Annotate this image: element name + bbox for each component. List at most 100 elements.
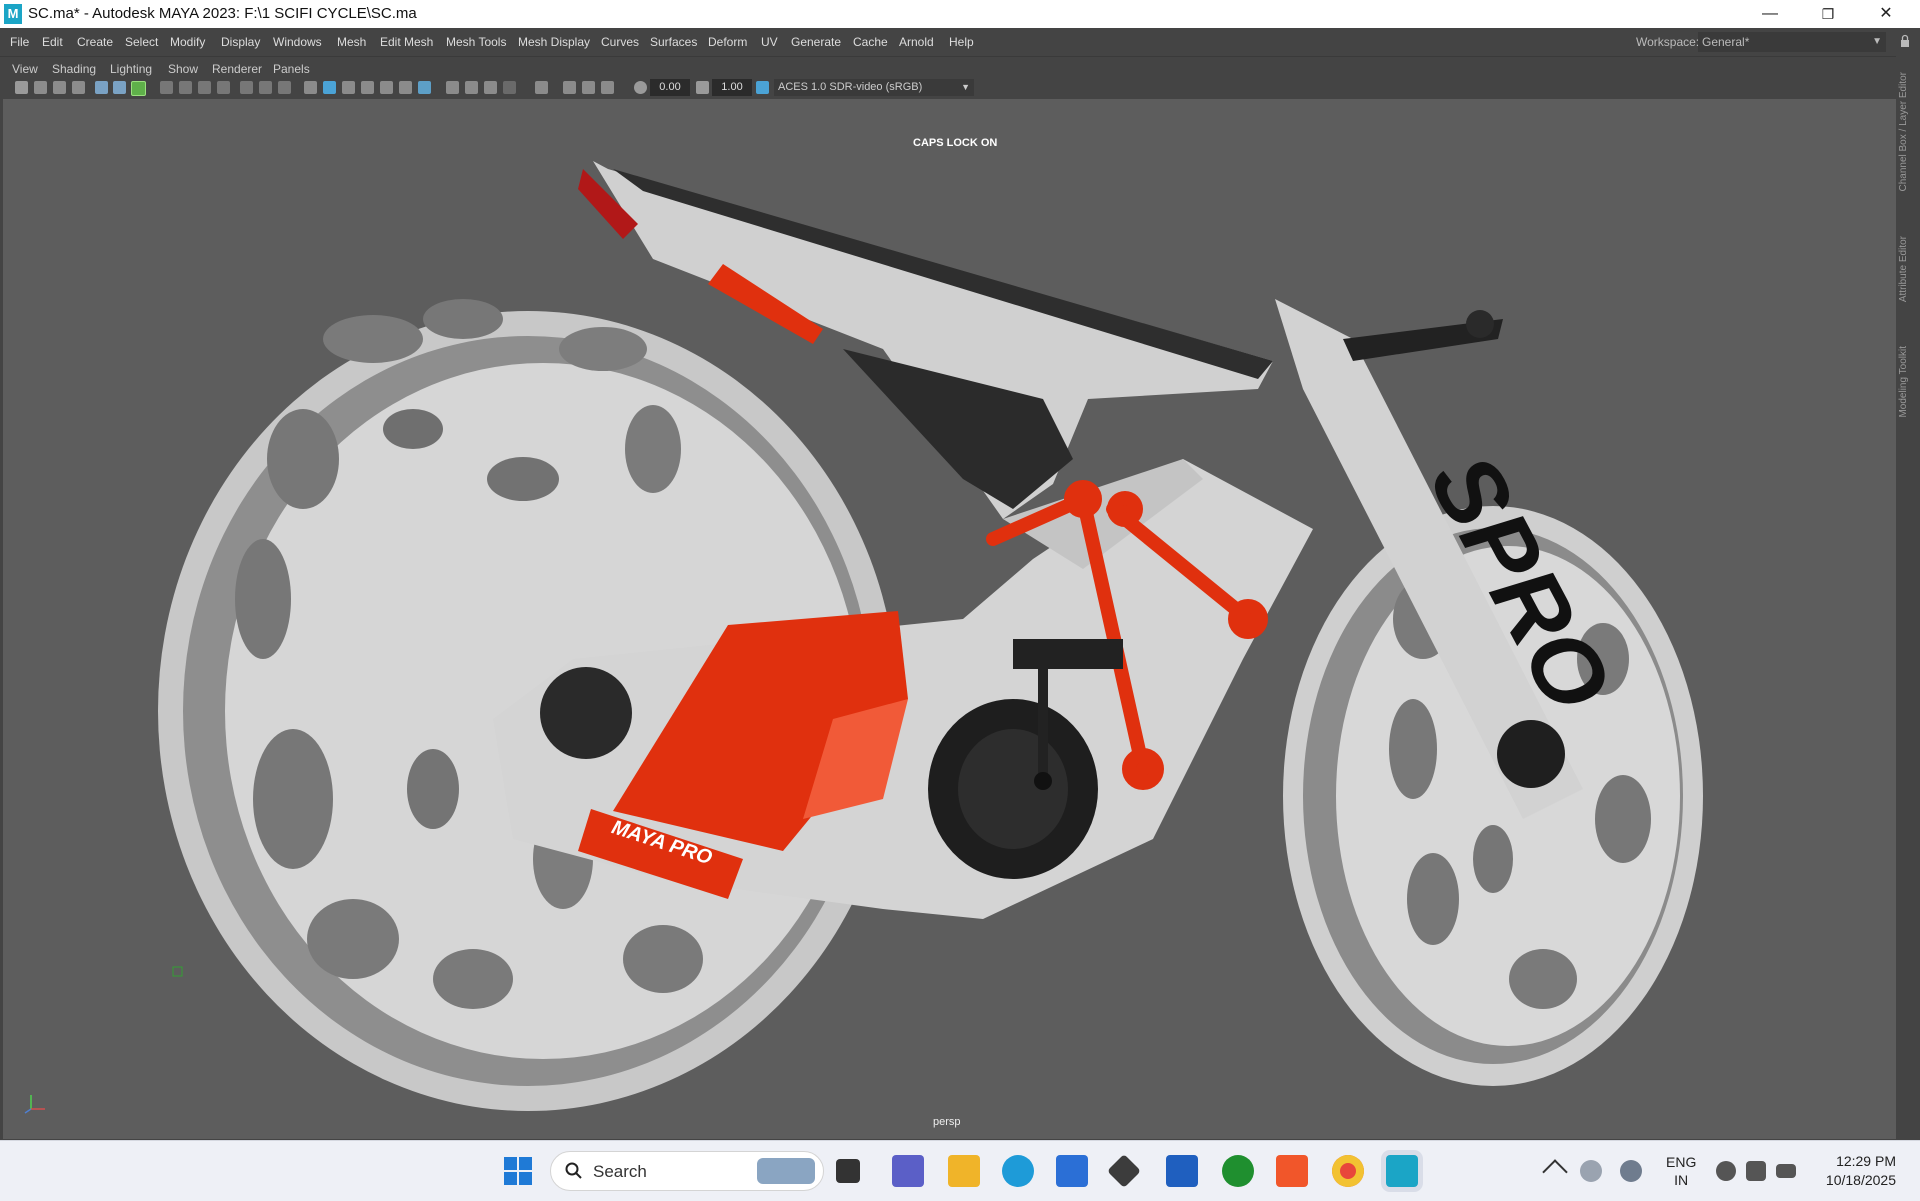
- shadows-icon[interactable]: [418, 81, 431, 94]
- color-management-icon[interactable]: [756, 81, 769, 94]
- viewport-persp[interactable]: MAYA PRO SPRO CAPS LOCK ON persp: [3, 99, 1896, 1139]
- panel-menu-show[interactable]: Show: [168, 62, 198, 76]
- volume-icon[interactable]: [1746, 1161, 1766, 1181]
- panel-menu-view[interactable]: View: [12, 62, 38, 76]
- menu-curves[interactable]: Curves: [601, 35, 639, 49]
- menu-mesh-tools[interactable]: Mesh Tools: [446, 35, 506, 49]
- gamma-field[interactable]: 1.00: [712, 79, 752, 96]
- resolution-gate-icon[interactable]: [198, 81, 211, 94]
- store-icon[interactable]: [1056, 1155, 1088, 1187]
- menu-arnold[interactable]: Arnold: [899, 35, 934, 49]
- lock-icon[interactable]: [1900, 34, 1910, 48]
- camera-tool-icon[interactable]: [131, 81, 146, 96]
- motion-blur-icon[interactable]: [465, 81, 478, 94]
- wireframe-on-shaded-icon[interactable]: [361, 81, 374, 94]
- menu-create[interactable]: Create: [77, 35, 113, 49]
- restore-button[interactable]: ❐: [1800, 0, 1856, 28]
- windows-start-icon[interactable]: [502, 1155, 534, 1187]
- panel-menu-panels[interactable]: Panels: [273, 62, 310, 76]
- teams-icon[interactable]: [892, 1155, 924, 1187]
- tab-attribute-editor[interactable]: Attribute Editor: [1898, 236, 1909, 302]
- maya-icon[interactable]: [1386, 1155, 1418, 1187]
- file-manager-icon[interactable]: [836, 1159, 860, 1183]
- film-gate-icon[interactable]: [179, 81, 192, 94]
- grid-icon[interactable]: [160, 81, 173, 94]
- panel-menu-shading[interactable]: Shading: [52, 62, 96, 76]
- screen-space-ao-icon[interactable]: [446, 81, 459, 94]
- textured-icon[interactable]: [380, 81, 393, 94]
- close-button[interactable]: ✕: [1858, 0, 1914, 28]
- smooth-shade-icon[interactable]: [323, 81, 336, 94]
- onedrive-icon[interactable]: [1580, 1160, 1602, 1182]
- taskbar-search[interactable]: Search: [550, 1151, 824, 1191]
- affinity-icon[interactable]: [1166, 1155, 1198, 1187]
- menu-help[interactable]: Help: [949, 35, 974, 49]
- xbox-icon[interactable]: [1222, 1155, 1254, 1187]
- battery-icon[interactable]: [1776, 1164, 1796, 1178]
- maya-window: M SC.ma* - Autodesk MAYA 2023: F:\1 SCIF…: [0, 0, 1920, 1201]
- title-bar: M SC.ma* - Autodesk MAYA 2023: F:\1 SCIF…: [0, 0, 1920, 28]
- 2d-pan-zoom-icon[interactable]: [113, 81, 126, 94]
- menu-display[interactable]: Display: [221, 35, 260, 49]
- minimize-button[interactable]: —: [1742, 0, 1798, 28]
- view-transform-dropdown[interactable]: ACES 1.0 SDR-video (sRGB) ▼: [774, 79, 974, 96]
- backface-culling-icon[interactable]: [601, 81, 614, 94]
- grease-pencil-icon[interactable]: [95, 81, 108, 94]
- menu-windows[interactable]: Windows: [273, 35, 322, 49]
- select-camera-icon[interactable]: [15, 81, 28, 94]
- menu-surfaces[interactable]: Surfaces: [650, 35, 697, 49]
- exposure-field[interactable]: 0.00: [650, 79, 690, 96]
- gamma-icon[interactable]: [696, 81, 709, 94]
- windows-taskbar: Search ENG IN 12:29 PM 10/18/2025: [0, 1140, 1920, 1201]
- tab-modeling-toolkit[interactable]: Modeling Toolkit: [1898, 346, 1909, 418]
- camera-attributes-icon[interactable]: [34, 81, 47, 94]
- depth-of-field-icon[interactable]: [503, 81, 516, 94]
- menu-edit-mesh[interactable]: Edit Mesh: [380, 35, 433, 49]
- search-icon: [565, 1162, 582, 1179]
- xray-icon[interactable]: [563, 81, 576, 94]
- panel-menu-bar: View Shading Lighting Show Renderer Pane…: [0, 56, 1896, 79]
- menu-deform[interactable]: Deform: [708, 35, 747, 49]
- sync-icon[interactable]: [1620, 1160, 1642, 1182]
- chrome-icon[interactable]: [1332, 1155, 1364, 1187]
- field-chart-icon[interactable]: [240, 81, 253, 94]
- language-indicator[interactable]: ENG IN: [1666, 1153, 1696, 1189]
- system-clock[interactable]: 12:29 PM 10/18/2025: [1810, 1152, 1896, 1190]
- edge-icon[interactable]: [1002, 1155, 1034, 1187]
- axis-gizmo: [24, 1095, 45, 1114]
- menu-cache[interactable]: Cache: [853, 35, 888, 49]
- menu-modify[interactable]: Modify: [170, 35, 205, 49]
- scene-render: MAYA PRO SPRO: [24, 161, 1703, 1114]
- xray-joints-icon[interactable]: [582, 81, 595, 94]
- anti-aliasing-icon[interactable]: [484, 81, 497, 94]
- menu-uv[interactable]: UV: [761, 35, 778, 49]
- chevron-down-icon: ▼: [961, 82, 970, 92]
- image-plane-icon[interactable]: [72, 81, 85, 94]
- wireframe-icon[interactable]: [304, 81, 317, 94]
- exposure-icon[interactable]: [634, 81, 647, 94]
- main-menu-bar: File Edit Create Select Modify Display W…: [0, 28, 1920, 56]
- default-material-icon[interactable]: [342, 81, 355, 94]
- panel-menu-lighting[interactable]: Lighting: [110, 62, 152, 76]
- gate-mask-icon[interactable]: [217, 81, 230, 94]
- network-icon[interactable]: [1716, 1161, 1736, 1181]
- menu-generate[interactable]: Generate: [791, 35, 841, 49]
- file-explorer-icon[interactable]: [948, 1155, 980, 1187]
- menu-mesh-display[interactable]: Mesh Display: [518, 35, 590, 49]
- use-lights-icon[interactable]: [399, 81, 412, 94]
- menu-file[interactable]: File: [10, 35, 29, 49]
- tab-channel-box[interactable]: Channel Box / Layer Editor: [1898, 72, 1909, 192]
- isolate-select-icon[interactable]: [535, 81, 548, 94]
- safe-action-icon[interactable]: [259, 81, 272, 94]
- panel-menu-renderer[interactable]: Renderer: [212, 62, 262, 76]
- safe-title-icon[interactable]: [278, 81, 291, 94]
- bookmarks-icon[interactable]: [53, 81, 66, 94]
- menu-edit[interactable]: Edit: [42, 35, 63, 49]
- chevron-up-icon[interactable]: [1542, 1159, 1568, 1185]
- workspace-dropdown[interactable]: General* ▼: [1698, 32, 1886, 52]
- menu-select[interactable]: Select: [125, 35, 158, 49]
- brave-icon[interactable]: [1276, 1155, 1308, 1187]
- menu-mesh[interactable]: Mesh: [337, 35, 366, 49]
- unity-icon[interactable]: [1107, 1154, 1141, 1188]
- search-highlight-image: [757, 1158, 815, 1184]
